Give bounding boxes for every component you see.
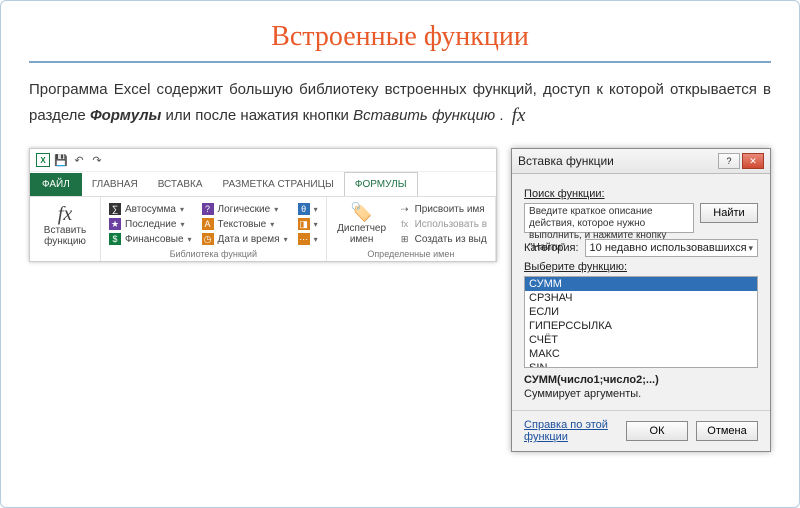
function-list[interactable]: СУММ СРЗНАЧ ЕСЛИ ГИПЕРССЫЛКА СЧЁТ МАКС S… (524, 276, 758, 368)
list-item[interactable]: СУММ (525, 277, 757, 291)
tab-insert[interactable]: ВСТАВКА (148, 173, 213, 196)
text-label: Текстовые (218, 219, 267, 230)
list-item[interactable]: SIN (525, 361, 757, 368)
help-icon[interactable]: ? (718, 153, 740, 169)
logical-label: Логические (218, 204, 271, 215)
quick-access-toolbar: X 💾 ↶ ↷ (30, 149, 496, 172)
logical-button[interactable]: ?Логические ▾ (202, 203, 288, 215)
close-icon[interactable]: ✕ (742, 153, 764, 169)
undo-icon[interactable]: ↶ (72, 153, 86, 167)
define-name-label: Присвоить имя (415, 204, 485, 215)
more-button-1[interactable]: θ▾ (298, 203, 318, 215)
more-button-2[interactable]: ◨▾ (298, 218, 318, 230)
description: Программа Excel содержит большую библиот… (29, 79, 771, 130)
insert-function-dialog: Вставка функции ? ✕ Поиск функции: Введи… (511, 148, 771, 452)
redo-icon[interactable]: ↷ (90, 153, 104, 167)
group-library: ∑Автосумма ▾ ★Последние ▾ $Финансовые ▾ … (101, 197, 327, 261)
tab-file[interactable]: ФАЙЛ (30, 173, 82, 196)
fx-icon: fx (58, 203, 72, 225)
search-input[interactable]: Введите краткое описание действия, котор… (524, 203, 694, 233)
datetime-button[interactable]: ◷Дата и время ▾ (202, 233, 288, 245)
autosum-button[interactable]: ∑Автосумма ▾ (109, 203, 192, 215)
list-item[interactable]: МАКС (525, 347, 757, 361)
create-from-sel-button[interactable]: ⊞Создать из выд (399, 233, 487, 245)
chevron-down-icon: ▾ (314, 235, 318, 244)
ribbon-tabs: ФАЙЛ ГЛАВНАЯ ВСТАВКА РАЗМЕТКА СТРАНИЦЫ Ф… (30, 172, 496, 196)
chevron-down-icon: ▾ (270, 220, 274, 229)
recent-label: Последние (125, 219, 176, 230)
excel-icon: X (36, 153, 50, 167)
autosum-label: Автосумма (125, 204, 176, 215)
cancel-button[interactable]: Отмена (696, 421, 758, 441)
name-manager-button[interactable]: 🏷️ Диспетчер имен (335, 203, 389, 245)
save-icon[interactable]: 💾 (54, 153, 68, 167)
dialog-footer: Справка по этой функции ОК Отмена (512, 410, 770, 451)
dialog-body: Поиск функции: Введите краткое описание … (512, 174, 770, 410)
define-name-button[interactable]: ⇢Присвоить имя (399, 203, 487, 215)
list-item[interactable]: СЧЁТ (525, 333, 757, 347)
financial-label: Финансовые (125, 234, 184, 245)
search-label: Поиск функции: (524, 188, 758, 200)
desc-tail: . (499, 107, 507, 124)
chevron-down-icon: ▾ (748, 243, 753, 254)
financial-button[interactable]: $Финансовые ▾ (109, 233, 192, 245)
category-value: 10 недавно использовавшихся (590, 242, 747, 254)
panels: X 💾 ↶ ↷ ФАЙЛ ГЛАВНАЯ ВСТАВКА РАЗМЕТКА СТ… (29, 148, 771, 452)
desc-formulas: Формулы (90, 107, 161, 124)
create-from-sel-label: Создать из выд (415, 234, 487, 245)
group-names-title: Определенные имен (335, 249, 487, 259)
group-insert-fn: fx Вставить функцию (30, 197, 101, 261)
dialog-titlebar: Вставка функции ? ✕ (512, 149, 770, 174)
category-label: Категория: (524, 242, 578, 254)
page-title: Встроенные функции (29, 21, 771, 53)
list-item[interactable]: ЕСЛИ (525, 305, 757, 319)
desc-mid: или после нажатия кнопки (166, 107, 354, 124)
dialog-title: Вставка функции (518, 154, 614, 168)
tab-home[interactable]: ГЛАВНАЯ (82, 173, 148, 196)
excel-ribbon: X 💾 ↶ ↷ ФАЙЛ ГЛАВНАЯ ВСТАВКА РАЗМЕТКА СТ… (29, 148, 497, 262)
list-item[interactable]: ГИПЕРССЫЛКА (525, 319, 757, 333)
help-link[interactable]: Справка по этой функции (524, 419, 626, 443)
ok-button[interactable]: ОК (626, 421, 688, 441)
chevron-down-icon: ▾ (188, 235, 192, 244)
fx-icon: fx (512, 102, 526, 131)
chevron-down-icon: ▾ (314, 220, 318, 229)
desc-insert-fn: Вставить функцию (353, 107, 495, 124)
more-button-3[interactable]: ⋯▾ (298, 233, 318, 245)
group-names: 🏷️ Диспетчер имен ⇢Присвоить имя fxИспол… (327, 197, 496, 261)
use-in-formula-button[interactable]: fxИспользовать в (399, 218, 487, 230)
text-button[interactable]: AТекстовые ▾ (202, 218, 288, 230)
tab-layout[interactable]: РАЗМЕТКА СТРАНИЦЫ (213, 173, 344, 196)
slide: Встроенные функции Программа Excel содер… (0, 0, 800, 508)
ribbon-body: fx Вставить функцию ∑Автосумма ▾ ★Послед… (30, 196, 496, 261)
chevron-down-icon: ▾ (180, 220, 184, 229)
chevron-down-icon: ▾ (314, 205, 318, 214)
use-in-formula-label: Использовать в (415, 219, 487, 230)
chevron-down-icon: ▾ (180, 205, 184, 214)
category-select[interactable]: 10 недавно использовавшихся ▾ (585, 239, 758, 257)
chevron-down-icon: ▾ (274, 205, 278, 214)
insert-function-label: Вставить функцию (38, 225, 92, 247)
chevron-down-icon: ▾ (284, 235, 288, 244)
divider (29, 61, 771, 63)
datetime-label: Дата и время (218, 234, 280, 245)
tab-formulas[interactable]: ФОРМУЛЫ (344, 172, 418, 196)
list-item[interactable]: СРЗНАЧ (525, 291, 757, 305)
recent-button[interactable]: ★Последние ▾ (109, 218, 192, 230)
select-function-label: Выберите функцию: (524, 261, 758, 273)
insert-function-button[interactable]: fx Вставить функцию (38, 203, 92, 247)
name-manager-label: Диспетчер имен (335, 223, 389, 245)
group-library-title: Библиотека функций (109, 249, 318, 259)
function-signature: СУММ(число1;число2;...) (524, 374, 758, 386)
function-description: Суммирует аргументы. (524, 388, 758, 400)
find-button[interactable]: Найти (700, 203, 758, 223)
name-manager-icon: 🏷️ (350, 203, 372, 223)
